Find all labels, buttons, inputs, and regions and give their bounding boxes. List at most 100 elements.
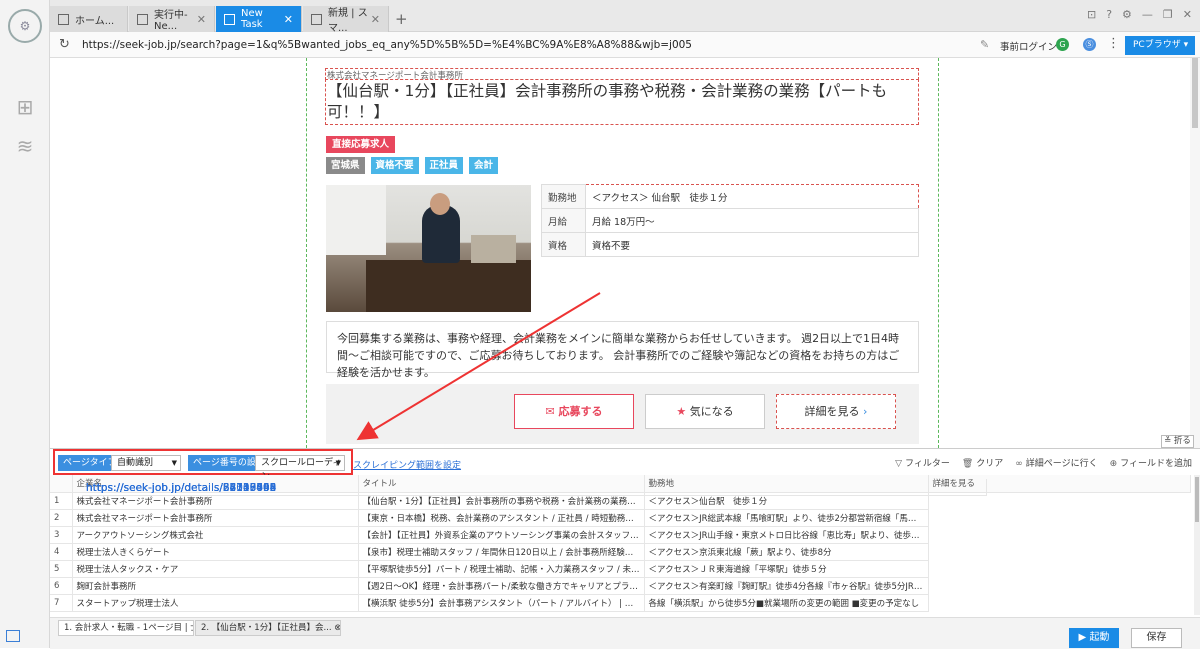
table-row[interactable]: 5 税理士法人タックス・ケア 【平塚駅徒歩5分】パート / 税理士補助、記帳・入…: [50, 479, 1190, 578]
goto-detail-button[interactable]: ∞ 詳細ページに行く: [1015, 456, 1097, 469]
row-index: 3: [50, 526, 73, 544]
toolbar-actions: ▽ フィルター 🗑 クリア ∞ 詳細ページに行く ⊕ フィールドを追加: [895, 456, 1192, 469]
close-window-icon[interactable]: ✕: [1183, 8, 1192, 21]
trash-icon: 🗑: [961, 459, 974, 469]
tag-prefecture[interactable]: 宮城県: [326, 157, 365, 174]
cell-location: ＜アクセス＞京浜東北線「蕨」駅より、徒歩8分: [644, 543, 929, 561]
play-icon: ▶: [1078, 632, 1087, 643]
table-row[interactable]: 7 スタートアップ税理士法人 【横浜駅 徒歩5分】会計事務アシスタント（パート …: [50, 479, 1190, 612]
cell-title: 【平塚駅徒歩5分】パート / 税理士補助、記帳・入力業務スタッフ / 未経験可: [358, 560, 645, 578]
tag-qualification[interactable]: 資格不要: [370, 157, 419, 174]
page-icon: [137, 13, 148, 25]
gear-icon[interactable]: ⚙: [1122, 8, 1132, 21]
table-row[interactable]: 4 税理士法人きくらゲート 【泉市】税理士補助スタッフ / 年間休日120日以上…: [50, 479, 1190, 561]
reload-icon[interactable]: ↻: [59, 37, 70, 52]
prelogin-button[interactable]: 事前ログイン: [1000, 39, 1057, 53]
filter-icon: ▽: [895, 459, 903, 469]
favorite-button[interactable]: ★ 気になる: [645, 394, 765, 429]
cell-location: 各線「横浜駅」から徒歩5分■就業場所の変更の範囲 ■変更の予定なし: [644, 594, 929, 612]
more-menu-icon[interactable]: ⋮: [1107, 36, 1120, 51]
star-icon: ★: [676, 405, 687, 418]
help-icon[interactable]: ?: [1106, 8, 1112, 21]
scrape-range-link[interactable]: スクレイピング範囲を設定: [353, 458, 461, 471]
apply-label: 応募する: [558, 405, 603, 418]
info-value: 月給 18万円〜: [585, 208, 919, 233]
job-description: 今回募集する業務は、事務や経理、会計業務をメインに簡単な業務からお任せしていきま…: [326, 321, 919, 379]
close-icon[interactable]: ⊗: [334, 623, 340, 633]
row-index: 1: [50, 492, 73, 510]
tab-label: New Task: [241, 8, 263, 30]
fold-button[interactable]: ≚ 折る: [1161, 435, 1194, 448]
cell-title: 【東京・日本橋】税務、会計業務のアシスタント / 正社員 / 時短勤務やリモー.…: [358, 509, 645, 527]
job-photo[interactable]: [326, 185, 531, 312]
grid-scrollbar[interactable]: [1194, 475, 1200, 615]
job-title[interactable]: 【仙台駅・1分】【正社員】会計事務所の事務や税務・会計業務の業務【パートも可！！…: [325, 79, 919, 125]
info-key: 月給: [541, 208, 586, 233]
new-tab-button[interactable]: +: [395, 10, 408, 28]
fold-icon: ≚: [1164, 436, 1172, 446]
detail-button[interactable]: 詳細を見る ›: [776, 394, 896, 429]
window-controls: ⊡ ? ⚙ — ❐ ✕: [1087, 8, 1192, 21]
clear-button[interactable]: 🗑 クリア: [962, 456, 1003, 469]
new-task-icon[interactable]: ⊞: [14, 96, 36, 118]
column-header: [50, 475, 73, 493]
extension-green-icon[interactable]: G: [1056, 38, 1069, 51]
tag-employment[interactable]: 正社員: [424, 157, 464, 174]
bottom-tab-bar: 1. 会計求人・転職 - 1ページ目 | 士... 2. 【仙台駅・1分】【正社…: [50, 617, 1200, 649]
address-bar: ↻ https://seek-job.jp/search?page=1&q%5B…: [50, 32, 1200, 58]
app-logo: ⚙: [8, 9, 42, 43]
restore-icon[interactable]: ❐: [1163, 8, 1173, 21]
tab-label: ホーム...: [75, 15, 115, 27]
edit-icon[interactable]: ✎: [980, 38, 989, 51]
home-icon: [58, 13, 69, 25]
chevron-right-icon: ›: [863, 405, 868, 418]
goto-detail-label: 詳細ページに行く: [1025, 459, 1098, 469]
close-icon[interactable]: ✕: [197, 13, 206, 26]
tab-new[interactable]: 新規 | スマ... ✕: [303, 6, 389, 34]
gift-icon[interactable]: ⊡: [1087, 8, 1096, 21]
mail-icon[interactable]: [6, 630, 20, 642]
save-button[interactable]: 保存: [1131, 628, 1182, 648]
page-number-select[interactable]: スクロールローディン▼: [255, 455, 345, 482]
row-index: 5: [50, 560, 73, 578]
minimize-icon[interactable]: —: [1142, 8, 1153, 21]
layers-icon[interactable]: ≋: [14, 135, 36, 157]
bottom-tab-list-page[interactable]: 1. 会計求人・転職 - 1ページ目 | 士...: [58, 620, 194, 636]
bottom-tab-label: 2. 【仙台駅・1分】【正社員】会...: [201, 623, 332, 633]
tab-running[interactable]: 実行中-Ne... ✕: [129, 6, 215, 32]
table-row[interactable]: 6 麹町会計事務所 【週2日〜OK】経理・会計事務パート/柔軟な働き方でキャリア…: [50, 479, 1190, 595]
bottom-tab-detail-page[interactable]: 2. 【仙台駅・1分】【正社員】会... ⊗: [195, 620, 341, 636]
cell-location: ＜アクセス＞ＪＲ東海道線「平塚駅」徒歩５分: [644, 560, 929, 578]
data-grid: 企業名 タイトル 勤務地 詳細を見る 1 株式会社マネージポート会計事務所 【仙…: [50, 475, 1191, 612]
page-scrollbar[interactable]: [1190, 58, 1200, 448]
cell-location: ＜アクセス＞JR総武本線「馬喰町駅」より、徒歩2分都営新宿線「馬喰横山駅」...: [644, 509, 929, 527]
run-button[interactable]: ▶ 起動: [1069, 628, 1119, 648]
info-row: 月給 月給 18万円〜: [541, 208, 919, 233]
detail-label: 詳細を見る: [804, 405, 860, 418]
url-field[interactable]: https://seek-job.jp/search?page=1&q%5Bwa…: [82, 36, 987, 55]
filter-button[interactable]: ▽ フィルター: [895, 456, 950, 469]
table-row[interactable]: 3 アークアウトソーシング株式会社 【会計】【正社員】外資系企業のアウトソーシン…: [50, 479, 1190, 544]
close-icon[interactable]: ✕: [284, 13, 293, 26]
pc-browser-button[interactable]: PCブラウザ ▾: [1125, 36, 1195, 55]
tab-home[interactable]: ホーム...: [50, 6, 128, 32]
cell-title: 【週2日〜OK】経理・会計事務パート/柔軟な働き方でキャリアとプライベート...: [358, 577, 645, 595]
cell-company: 税理士法人タックス・ケア: [72, 560, 359, 578]
direct-apply-badge: 直接応募求人: [326, 136, 396, 153]
page-icon: [311, 13, 322, 25]
tab-new-task[interactable]: New Task ✕: [216, 6, 302, 32]
filter-label: フィルター: [905, 459, 950, 469]
close-icon[interactable]: ✕: [371, 13, 380, 26]
tag-category[interactable]: 会計: [469, 157, 499, 174]
page-type-select[interactable]: 自動識別 ▼: [111, 455, 181, 471]
extension-blue-icon[interactable]: Ⓢ: [1083, 38, 1096, 51]
job-info-table: 勤務地 ＜アクセス＞ 仙台駅 徒歩１分 月給 月給 18万円〜 資格 資格不要: [541, 184, 919, 257]
apply-button[interactable]: ✉ 応募する: [514, 394, 634, 429]
info-key: 勤務地: [541, 184, 586, 209]
info-value: 資格不要: [585, 232, 919, 257]
add-field-button[interactable]: ⊕ フィールドを追加: [1110, 456, 1192, 469]
info-value[interactable]: ＜アクセス＞ 仙台駅 徒歩１分: [585, 184, 919, 209]
guide-line: [938, 58, 939, 448]
cell-url[interactable]: https://seek-job.jp/details/87137698: [82, 479, 987, 496]
table-row[interactable]: 2 株式会社マネージポート会計事務所 【東京・日本橋】税務、会計業務のアシスタン…: [50, 479, 1190, 527]
